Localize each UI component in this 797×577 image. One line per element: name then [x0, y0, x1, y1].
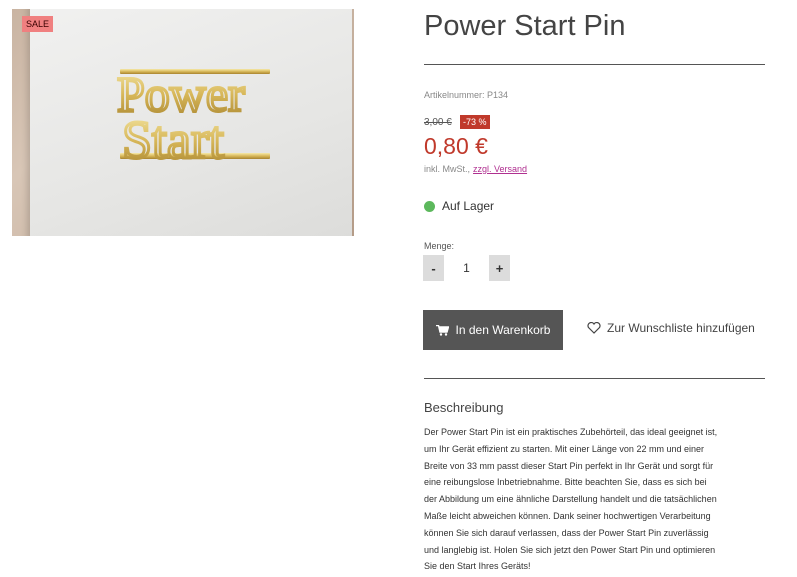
divider: [424, 378, 765, 379]
product-title: Power Start Pin: [424, 10, 626, 42]
tax-text: inkl. MwSt.,: [424, 164, 471, 174]
quantity-input[interactable]: 1: [444, 255, 489, 281]
description-line: um Ihr Gerät effizient zu starten. Mit e…: [424, 443, 704, 454]
stock-status: Auf Lager: [424, 199, 494, 213]
add-to-cart-label: In den Warenkorb: [455, 323, 551, 337]
sku-label: Artikelnummer: P134: [424, 90, 509, 100]
cart-icon: [435, 324, 449, 336]
old-price: 3,00 €: [424, 117, 452, 128]
description-heading: Beschreibung: [424, 400, 504, 415]
description-line: Der Power Start Pin ist ein praktisches …: [424, 427, 718, 437]
divider: [424, 64, 765, 65]
stock-dot-icon: [424, 200, 435, 212]
tax-info: inkl. MwSt., zzgl. Versand: [424, 164, 527, 174]
shipping-link[interactable]: zzgl. Versand: [473, 164, 527, 174]
sale-badge: SALE: [22, 16, 54, 32]
pin-text-start: Start: [122, 110, 224, 170]
quantity-label: Menge:: [424, 241, 455, 251]
current-price: 0,80 €: [424, 133, 488, 159]
description-line: und langlebig ist. Holen Sie sich jetzt …: [424, 544, 716, 555]
discount-badge: -73 %: [460, 115, 490, 129]
quantity-decrease-button[interactable]: -: [423, 255, 444, 281]
product-image[interactable]: Power Start SALE: [12, 9, 354, 236]
description-line: Breite von 33 mm passt dieser Start Pin …: [424, 460, 714, 471]
wishlist-label: Zur Wunschliste hinzufügen: [607, 321, 755, 335]
description-line: Maße leicht abweichen können. Dank seine…: [424, 510, 711, 521]
power-start-pin-illustration: Power Start: [116, 65, 270, 172]
stock-text: Auf Lager: [442, 199, 495, 213]
description-text: Der Power Start Pin ist ein praktisches …: [424, 424, 769, 575]
description-line: der Abbildung um eine ähnliche Darstellu…: [424, 494, 717, 505]
wishlist-button[interactable]: Zur Wunschliste hinzufügen: [587, 321, 755, 335]
add-to-cart-button[interactable]: In den Warenkorb: [423, 310, 563, 350]
description-line: können Sie sich darauf verlassen, dass d…: [424, 527, 709, 538]
description-line: eine reibungslose Inbetriebnahme. Bitte …: [424, 477, 707, 488]
description-line: Sie den Start Ihres Geräts!: [424, 561, 531, 572]
heart-outline-icon: [587, 322, 601, 334]
quantity-increase-button[interactable]: +: [489, 255, 510, 281]
